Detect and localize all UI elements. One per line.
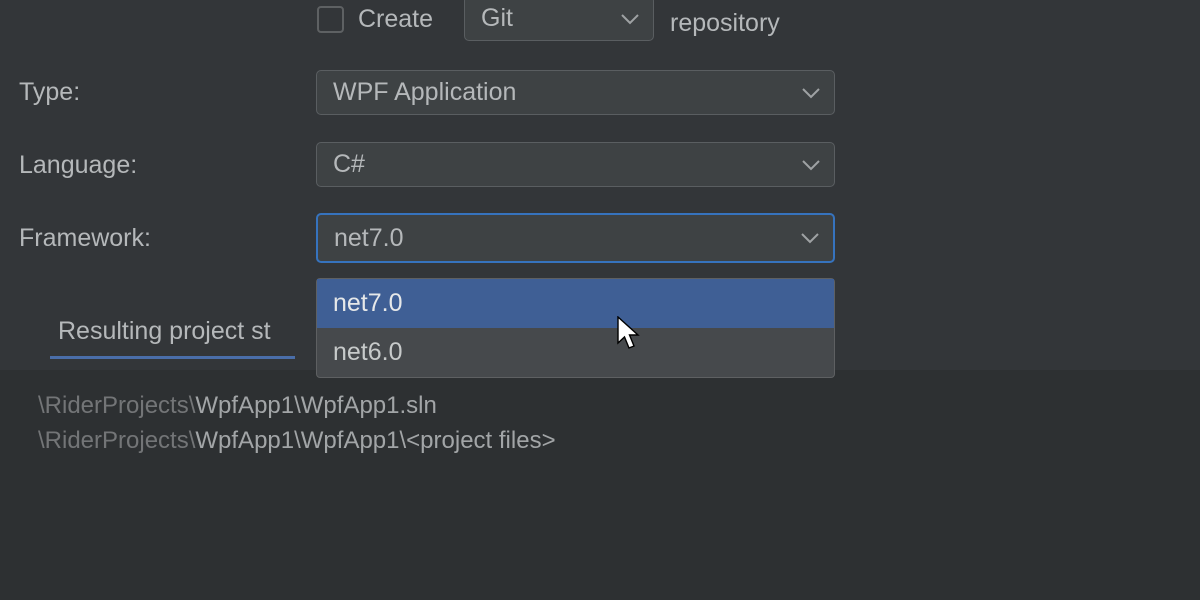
- framework-dropdown-list[interactable]: net7.0 net6.0: [316, 278, 835, 378]
- type-dropdown[interactable]: WPF Application: [316, 70, 835, 115]
- framework-label: Framework:: [19, 224, 151, 253]
- chevron-down-icon: [802, 87, 820, 99]
- framework-dropdown-value: net7.0: [334, 224, 404, 253]
- structure-line: \RiderProjects\WpfApp1\WpfApp1.sln: [38, 389, 556, 424]
- chevron-down-icon: [801, 232, 819, 244]
- structure-line: \RiderProjects\WpfApp1\WpfApp1\<project …: [38, 424, 556, 459]
- create-label: Create: [358, 5, 433, 34]
- vcs-dropdown-value: Git: [481, 4, 513, 33]
- create-repo-checkbox[interactable]: [317, 6, 344, 33]
- resulting-structure-tab[interactable]: Resulting project st: [50, 317, 295, 359]
- framework-dropdown[interactable]: net7.0: [316, 213, 835, 263]
- repository-suffix-label: repository: [670, 9, 780, 38]
- language-dropdown[interactable]: C#: [316, 142, 835, 187]
- framework-option[interactable]: net6.0: [317, 328, 834, 377]
- chevron-down-icon: [621, 13, 639, 25]
- vcs-dropdown[interactable]: Git: [464, 0, 654, 41]
- framework-option[interactable]: net7.0: [317, 279, 834, 328]
- language-label: Language:: [19, 151, 137, 180]
- chevron-down-icon: [802, 159, 820, 171]
- language-dropdown-value: C#: [333, 150, 365, 179]
- type-dropdown-value: WPF Application: [333, 78, 516, 107]
- type-label: Type:: [19, 78, 80, 107]
- project-structure: \RiderProjects\WpfApp1\WpfApp1.sln \Ride…: [38, 389, 556, 459]
- cursor-icon: [617, 316, 641, 346]
